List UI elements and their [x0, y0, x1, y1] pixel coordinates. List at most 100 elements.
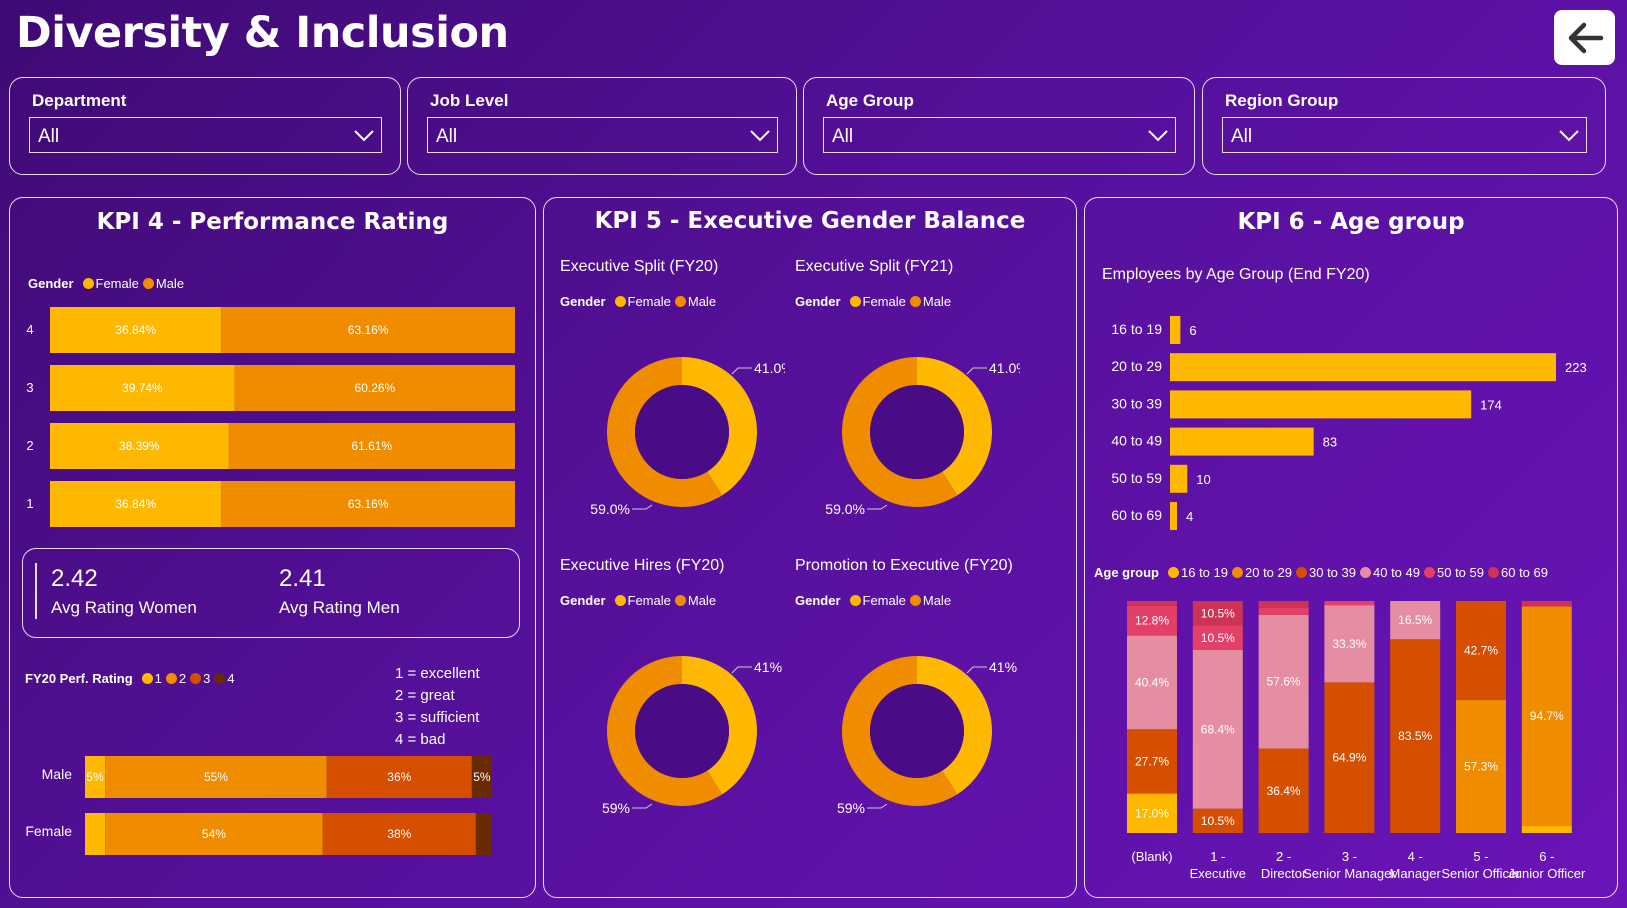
back-button[interactable] [1554, 10, 1615, 65]
x-tick-label: 6 -Junior Officer [1508, 849, 1586, 881]
data-label-female: 41% [754, 659, 782, 675]
legend-swatch [1296, 567, 1307, 578]
legend-item: Female [627, 593, 671, 608]
job-level-dropdown[interactable]: All [427, 117, 778, 153]
donut-chart: 41.0% 59.0% [590, 357, 785, 517]
leader-line [731, 367, 752, 375]
avg-rating-men-label: Avg Rating Men [279, 598, 400, 617]
legend-swatch-2 [165, 673, 177, 684]
x-tick-label: 4 -Manager [1390, 849, 1442, 881]
data-label: 36.84% [115, 323, 156, 337]
performance-rating-chart: 4 36.84% 63.16% 3 39.74% 60.26% 2 38.39% 61.61% 1… [26, 307, 516, 527]
donut-title: Executive Split (FY20) [560, 258, 719, 275]
data-label: 174 [1480, 397, 1502, 412]
data-label-male: 59.0% [825, 501, 865, 517]
filter-label: Department [32, 91, 127, 110]
age-group-bar-chart: 16 to 19 6 20 to 29 223 30 to 39 174 40 to 49 8… [1111, 316, 1587, 530]
data-label: 38% [387, 827, 411, 841]
note-line: 1 = excellent [395, 665, 480, 682]
data-label: 38.39% [119, 439, 160, 453]
bar [1170, 390, 1472, 419]
column-segment [1521, 601, 1572, 607]
data-label: 61.61% [351, 439, 392, 453]
data-label: 10.5% [1201, 631, 1235, 645]
x-tick-label: 1 -Executive [1190, 849, 1246, 881]
legend-swatch-female [614, 595, 626, 606]
department-dropdown[interactable]: All [29, 117, 382, 153]
donut-title: Executive Hires (FY20) [560, 557, 725, 574]
data-label: 12.8% [1135, 614, 1169, 628]
leader-line [867, 803, 888, 809]
data-label: 5% [473, 770, 491, 784]
card-accent-bar [35, 563, 37, 619]
data-label: 10.5% [1201, 606, 1235, 620]
bar-segment-rating-1 [85, 813, 106, 855]
legend-item: Male [687, 294, 717, 309]
dropdown-value: All [832, 126, 854, 147]
legend-item: Male [922, 593, 952, 608]
donut-title: Promotion to Executive (FY20) [795, 557, 1013, 574]
data-label: 39.74% [122, 381, 163, 395]
gender-legend: Gender Female Male [795, 294, 951, 309]
leader-line [731, 666, 752, 674]
legend-item: 16 to 19 [1181, 565, 1228, 580]
legend-item: 60 to 69 [1501, 565, 1548, 580]
data-label: 64.9% [1332, 751, 1366, 765]
legend-swatch-female [849, 595, 861, 606]
data-label: 42.7% [1464, 644, 1498, 658]
legend-swatch [1232, 567, 1243, 578]
legend-item: Male [687, 593, 717, 608]
rating-key-notes: 1 = excellent 2 = great 3 = sufficient 4… [395, 663, 480, 751]
x-tick-label: 3 -Senior Manager [1303, 849, 1396, 881]
data-label: 55% [204, 770, 228, 784]
legend-item: Female [862, 593, 906, 608]
bar [1170, 353, 1556, 382]
donut-hole [635, 684, 729, 778]
avg-rating-card: 2.42 Avg Rating Women 2.41 Avg Rating Me… [22, 548, 520, 638]
donut-chart: 41% 59% [837, 656, 1017, 816]
age-group-dropdown[interactable]: All [823, 117, 1176, 153]
bar [1170, 316, 1181, 344]
legend-swatch [1360, 567, 1371, 578]
gender-legend: Gender Female Male [28, 276, 184, 291]
legend-swatch-1 [141, 673, 153, 684]
bar-segment-rating-4 [475, 813, 492, 855]
legend-item: Male [922, 294, 952, 309]
legend-swatch-male [909, 296, 921, 307]
legend-swatch-male [674, 595, 686, 606]
chevron-down-icon [354, 130, 374, 142]
data-label: 54% [202, 827, 226, 841]
filter-department: Department All [9, 77, 401, 175]
legend-swatch-male [674, 296, 686, 307]
legend-title: Gender [795, 593, 841, 608]
dropdown-value: All [38, 126, 60, 147]
region-group-dropdown[interactable]: All [1222, 117, 1587, 153]
legend-item: 2 [178, 671, 187, 686]
filter-job-level: Job Level All [407, 77, 797, 175]
leader-line [966, 666, 987, 674]
legend-title: Gender [560, 593, 606, 608]
legend-item: 30 to 39 [1309, 565, 1356, 580]
legend-title: FY20 Perf. Rating [25, 671, 133, 686]
legend-swatch-4 [214, 673, 226, 684]
column-segment [1127, 601, 1177, 606]
gender-legend: Gender Female Male [560, 593, 716, 608]
y-tick-label: 50 to 59 [1111, 470, 1162, 486]
legend-title: Age group [1094, 565, 1159, 580]
legend-swatch-male [909, 595, 921, 606]
data-label-male: 59.0% [590, 501, 630, 517]
legend-title: Gender [28, 276, 74, 291]
gender-legend: Gender Female Male [795, 593, 951, 608]
donut-hole [635, 385, 729, 479]
data-label: 57.3% [1464, 760, 1498, 774]
legend-item: 20 to 29 [1245, 565, 1292, 580]
dropdown-value: All [1231, 126, 1253, 147]
leader-line [966, 367, 987, 375]
legend-item: Male [155, 276, 185, 291]
data-label: 5% [86, 770, 104, 784]
perf-rating-distribution-chart: Male 5% 55% 36% 5% Female 54% 38% [25, 756, 492, 855]
y-tick-label: Female [25, 823, 72, 839]
data-label: 83 [1323, 435, 1337, 450]
legend-swatch-female [614, 296, 626, 307]
rating-legend: FY20 Perf. Rating 1 2 3 4 [25, 671, 235, 686]
